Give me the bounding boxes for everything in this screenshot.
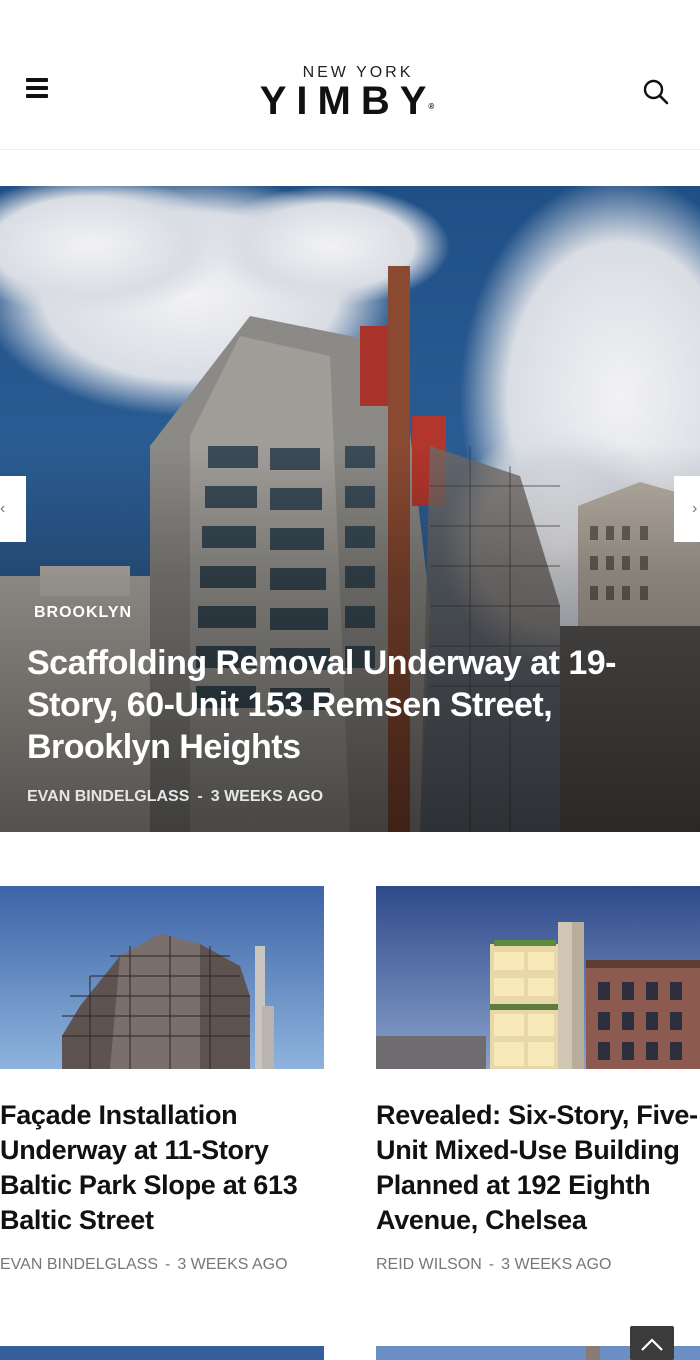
search-icon[interactable] [642, 78, 670, 106]
chevron-right-icon: › [692, 500, 698, 517]
meta-separator: - [488, 1256, 495, 1273]
featured-slider[interactable]: ‹ › BROOKLYN Scaffolding Removal Underwa… [0, 186, 700, 832]
meta-separator: - [197, 788, 203, 805]
hero-category-link[interactable]: BROOKLYN [34, 604, 132, 622]
article-thumbnail[interactable] [0, 1346, 324, 1360]
hero-title-link[interactable]: Scaffolding Removal Underway at 19-Story… [27, 642, 677, 768]
article-time: 3 WEEKS AGO [177, 1256, 288, 1273]
article-author-link[interactable]: REID WILSON [376, 1256, 482, 1273]
article-author-link[interactable]: EVAN BINDELGLASS [0, 1256, 158, 1273]
scroll-to-top-button[interactable] [630, 1326, 674, 1360]
chevron-up-icon [641, 1338, 663, 1351]
chevron-left-icon: ‹ [0, 500, 6, 517]
article-meta: REID WILSON -3 WEEKS AGO [376, 1256, 611, 1274]
article-meta: EVAN BINDELGLASS -3 WEEKS AGO [0, 1256, 288, 1274]
slider-next-button[interactable]: › [674, 476, 700, 542]
article-title-link[interactable]: Façade Installation Underway at 11-Story… [0, 1098, 324, 1238]
site-header: NEW YORK YIMBY® [0, 0, 700, 150]
logo-main-text: YIMBY® [259, 79, 437, 123]
hero-author-link[interactable]: EVAN BINDELGLASS [27, 788, 189, 805]
slider-prev-button[interactable]: ‹ [0, 476, 26, 542]
site-logo[interactable]: NEW YORK YIMBY® [246, 64, 456, 123]
hero-meta: EVAN BINDELGLASS -3 WEEKS AGO [27, 788, 323, 806]
hamburger-icon[interactable] [24, 76, 52, 100]
article-title-link[interactable]: Revealed: Six-Story, Five-Unit Mixed-Use… [376, 1098, 700, 1238]
hero-time: 3 WEEKS AGO [210, 788, 324, 805]
meta-separator: - [164, 1256, 171, 1273]
article-thumbnail[interactable] [0, 886, 324, 1069]
article-time: 3 WEEKS AGO [501, 1256, 612, 1273]
article-thumbnail[interactable] [376, 886, 700, 1069]
